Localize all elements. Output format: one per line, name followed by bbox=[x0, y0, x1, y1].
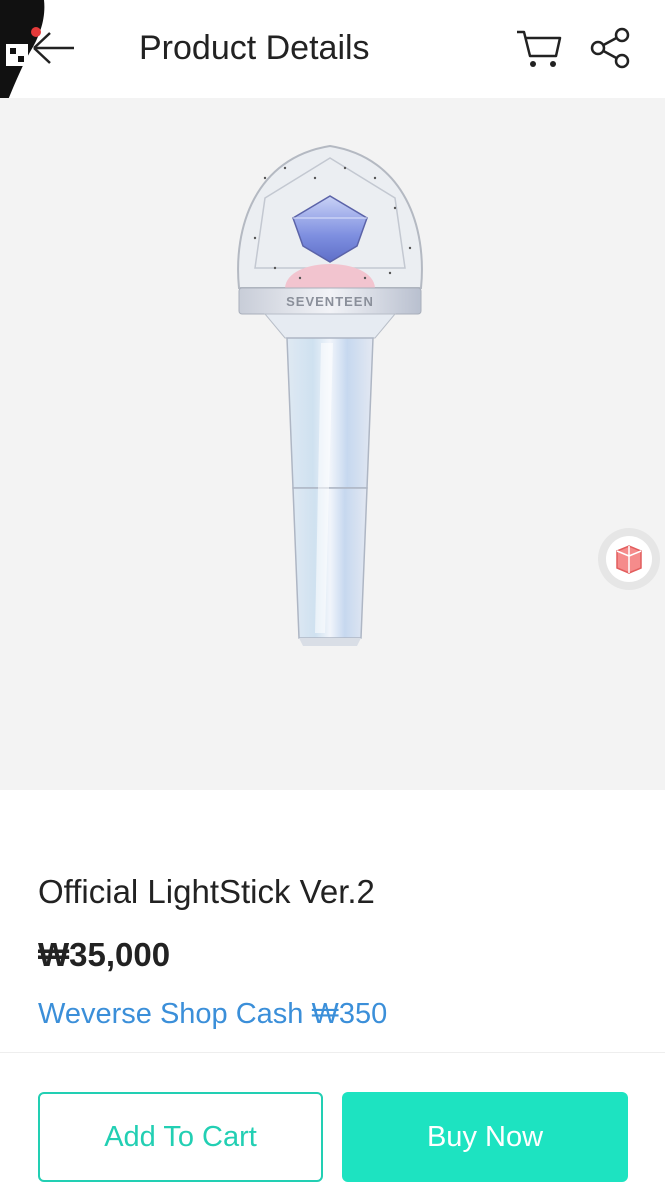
product-image[interactable]: SEVENTEEN bbox=[0, 98, 665, 790]
lightstick-image: SEVENTEEN bbox=[237, 144, 423, 646]
lightstick-brand-text: SEVENTEEN bbox=[286, 294, 374, 309]
ar-view-button-inner bbox=[606, 536, 652, 582]
app-header: Product Details bbox=[0, 0, 665, 98]
share-button[interactable] bbox=[586, 24, 634, 72]
page-title: Product Details bbox=[139, 29, 370, 67]
buy-now-button[interactable]: Buy Now bbox=[342, 1092, 628, 1182]
cart-button[interactable] bbox=[514, 26, 564, 70]
share-icon bbox=[590, 27, 630, 69]
product-name: Official LightStick Ver.2 bbox=[38, 873, 375, 910]
divider bbox=[0, 1052, 665, 1053]
product-price: ₩35,000 bbox=[38, 936, 171, 973]
ar-cube-icon bbox=[616, 545, 642, 574]
add-to-cart-button[interactable]: Add To Cart bbox=[38, 1092, 323, 1182]
ar-view-button[interactable] bbox=[598, 528, 660, 590]
shop-cash-info[interactable]: Weverse Shop Cash ₩350 bbox=[38, 996, 387, 1032]
cart-icon bbox=[517, 30, 562, 67]
